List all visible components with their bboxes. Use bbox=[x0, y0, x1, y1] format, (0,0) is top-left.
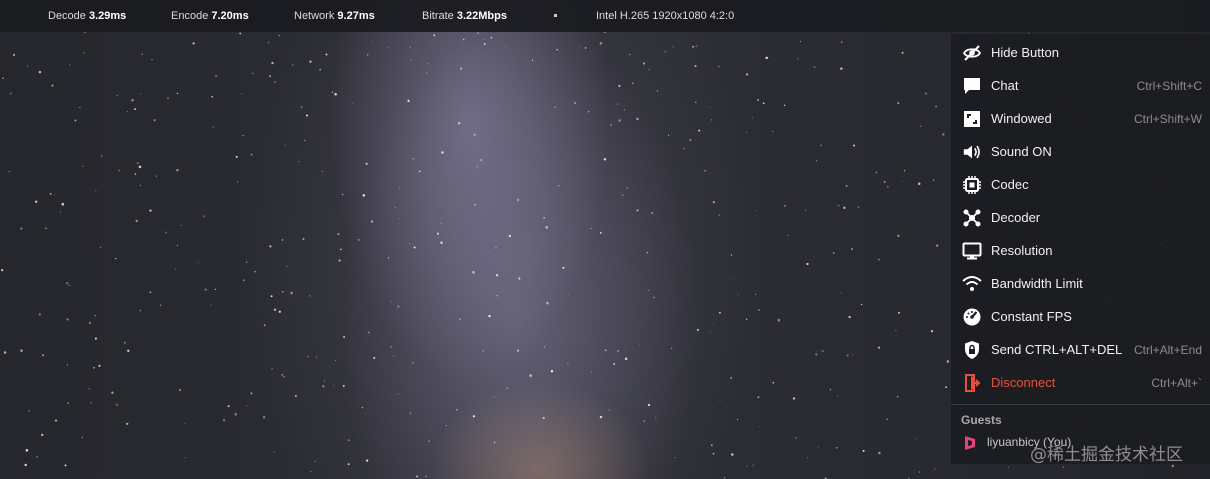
eye-slash-icon bbox=[962, 43, 982, 63]
sound-item[interactable]: Sound ON bbox=[951, 135, 1210, 168]
sound-label: Sound ON bbox=[991, 144, 1052, 159]
watermark: @稀土掘金技术社区 bbox=[1030, 445, 1183, 465]
wifi-icon bbox=[962, 274, 982, 294]
menu-divider bbox=[951, 404, 1210, 405]
chat-icon bbox=[962, 76, 982, 96]
codec-item[interactable]: Codec bbox=[951, 168, 1210, 201]
disconnect-shortcut: Ctrl+Alt+` bbox=[1151, 376, 1202, 390]
chat-label: Chat bbox=[991, 78, 1019, 93]
bandwidth-limit-label: Bandwidth Limit bbox=[991, 276, 1083, 291]
monitor-icon bbox=[962, 241, 982, 261]
send-ctrl-alt-del-shortcut: Ctrl+Alt+End bbox=[1133, 343, 1202, 357]
guests-title: Guests bbox=[961, 413, 1002, 427]
network-stat: Network 9.27ms bbox=[294, 10, 375, 22]
speaker-icon bbox=[962, 142, 982, 162]
windowed-shortcut: Ctrl+Shift+W bbox=[1133, 112, 1202, 126]
resolution-item[interactable]: Resolution bbox=[951, 234, 1210, 267]
windowed-icon bbox=[962, 109, 982, 129]
lock-icon bbox=[962, 340, 982, 360]
decode-stat: Decode 3.29ms bbox=[48, 10, 127, 22]
constant-fps-item[interactable]: Constant FPS bbox=[951, 300, 1210, 333]
codec-label: Codec bbox=[991, 177, 1029, 192]
disconnect-icon bbox=[962, 373, 982, 393]
send-ctrl-alt-del-label: Send CTRL+ALT+DEL bbox=[991, 342, 1123, 357]
windowed-label: Windowed bbox=[991, 111, 1052, 126]
decoder-item[interactable]: Decoder bbox=[951, 201, 1210, 234]
disconnect-item[interactable]: Disconnect Ctrl+Alt+` bbox=[951, 366, 1210, 399]
codec-info: Intel H.265 1920x1080 4:2:0 bbox=[596, 10, 735, 22]
chip-icon bbox=[962, 175, 982, 195]
bitrate-stat: Bitrate 3.22Mbps bbox=[422, 10, 507, 22]
resolution-label: Resolution bbox=[991, 243, 1053, 258]
windowed-item[interactable]: Windowed Ctrl+Shift+W bbox=[951, 102, 1210, 135]
hide-button-item[interactable]: Hide Button bbox=[951, 36, 1210, 69]
constant-fps-label: Constant FPS bbox=[991, 309, 1072, 324]
stats-bar: Decode 3.29ms Encode 7.20ms Network 9.27… bbox=[0, 0, 1210, 32]
chat-shortcut: Ctrl+Shift+C bbox=[1136, 79, 1202, 93]
decoder-icon bbox=[962, 208, 982, 228]
guest-avatar-icon bbox=[963, 435, 977, 451]
gauge-icon bbox=[962, 307, 982, 327]
separator-dot bbox=[554, 14, 557, 17]
decoder-label: Decoder bbox=[991, 210, 1041, 225]
bandwidth-limit-item[interactable]: Bandwidth Limit bbox=[951, 267, 1210, 300]
hide-button-label: Hide Button bbox=[991, 45, 1059, 60]
encode-stat: Encode 7.20ms bbox=[171, 10, 249, 22]
side-menu: Hide Button Chat Ctrl+Shift+C Windowed C… bbox=[951, 34, 1210, 464]
send-ctrl-alt-del-item[interactable]: Send CTRL+ALT+DEL Ctrl+Alt+End bbox=[951, 333, 1210, 366]
chat-item[interactable]: Chat Ctrl+Shift+C bbox=[951, 69, 1210, 102]
disconnect-label: Disconnect bbox=[991, 375, 1056, 390]
